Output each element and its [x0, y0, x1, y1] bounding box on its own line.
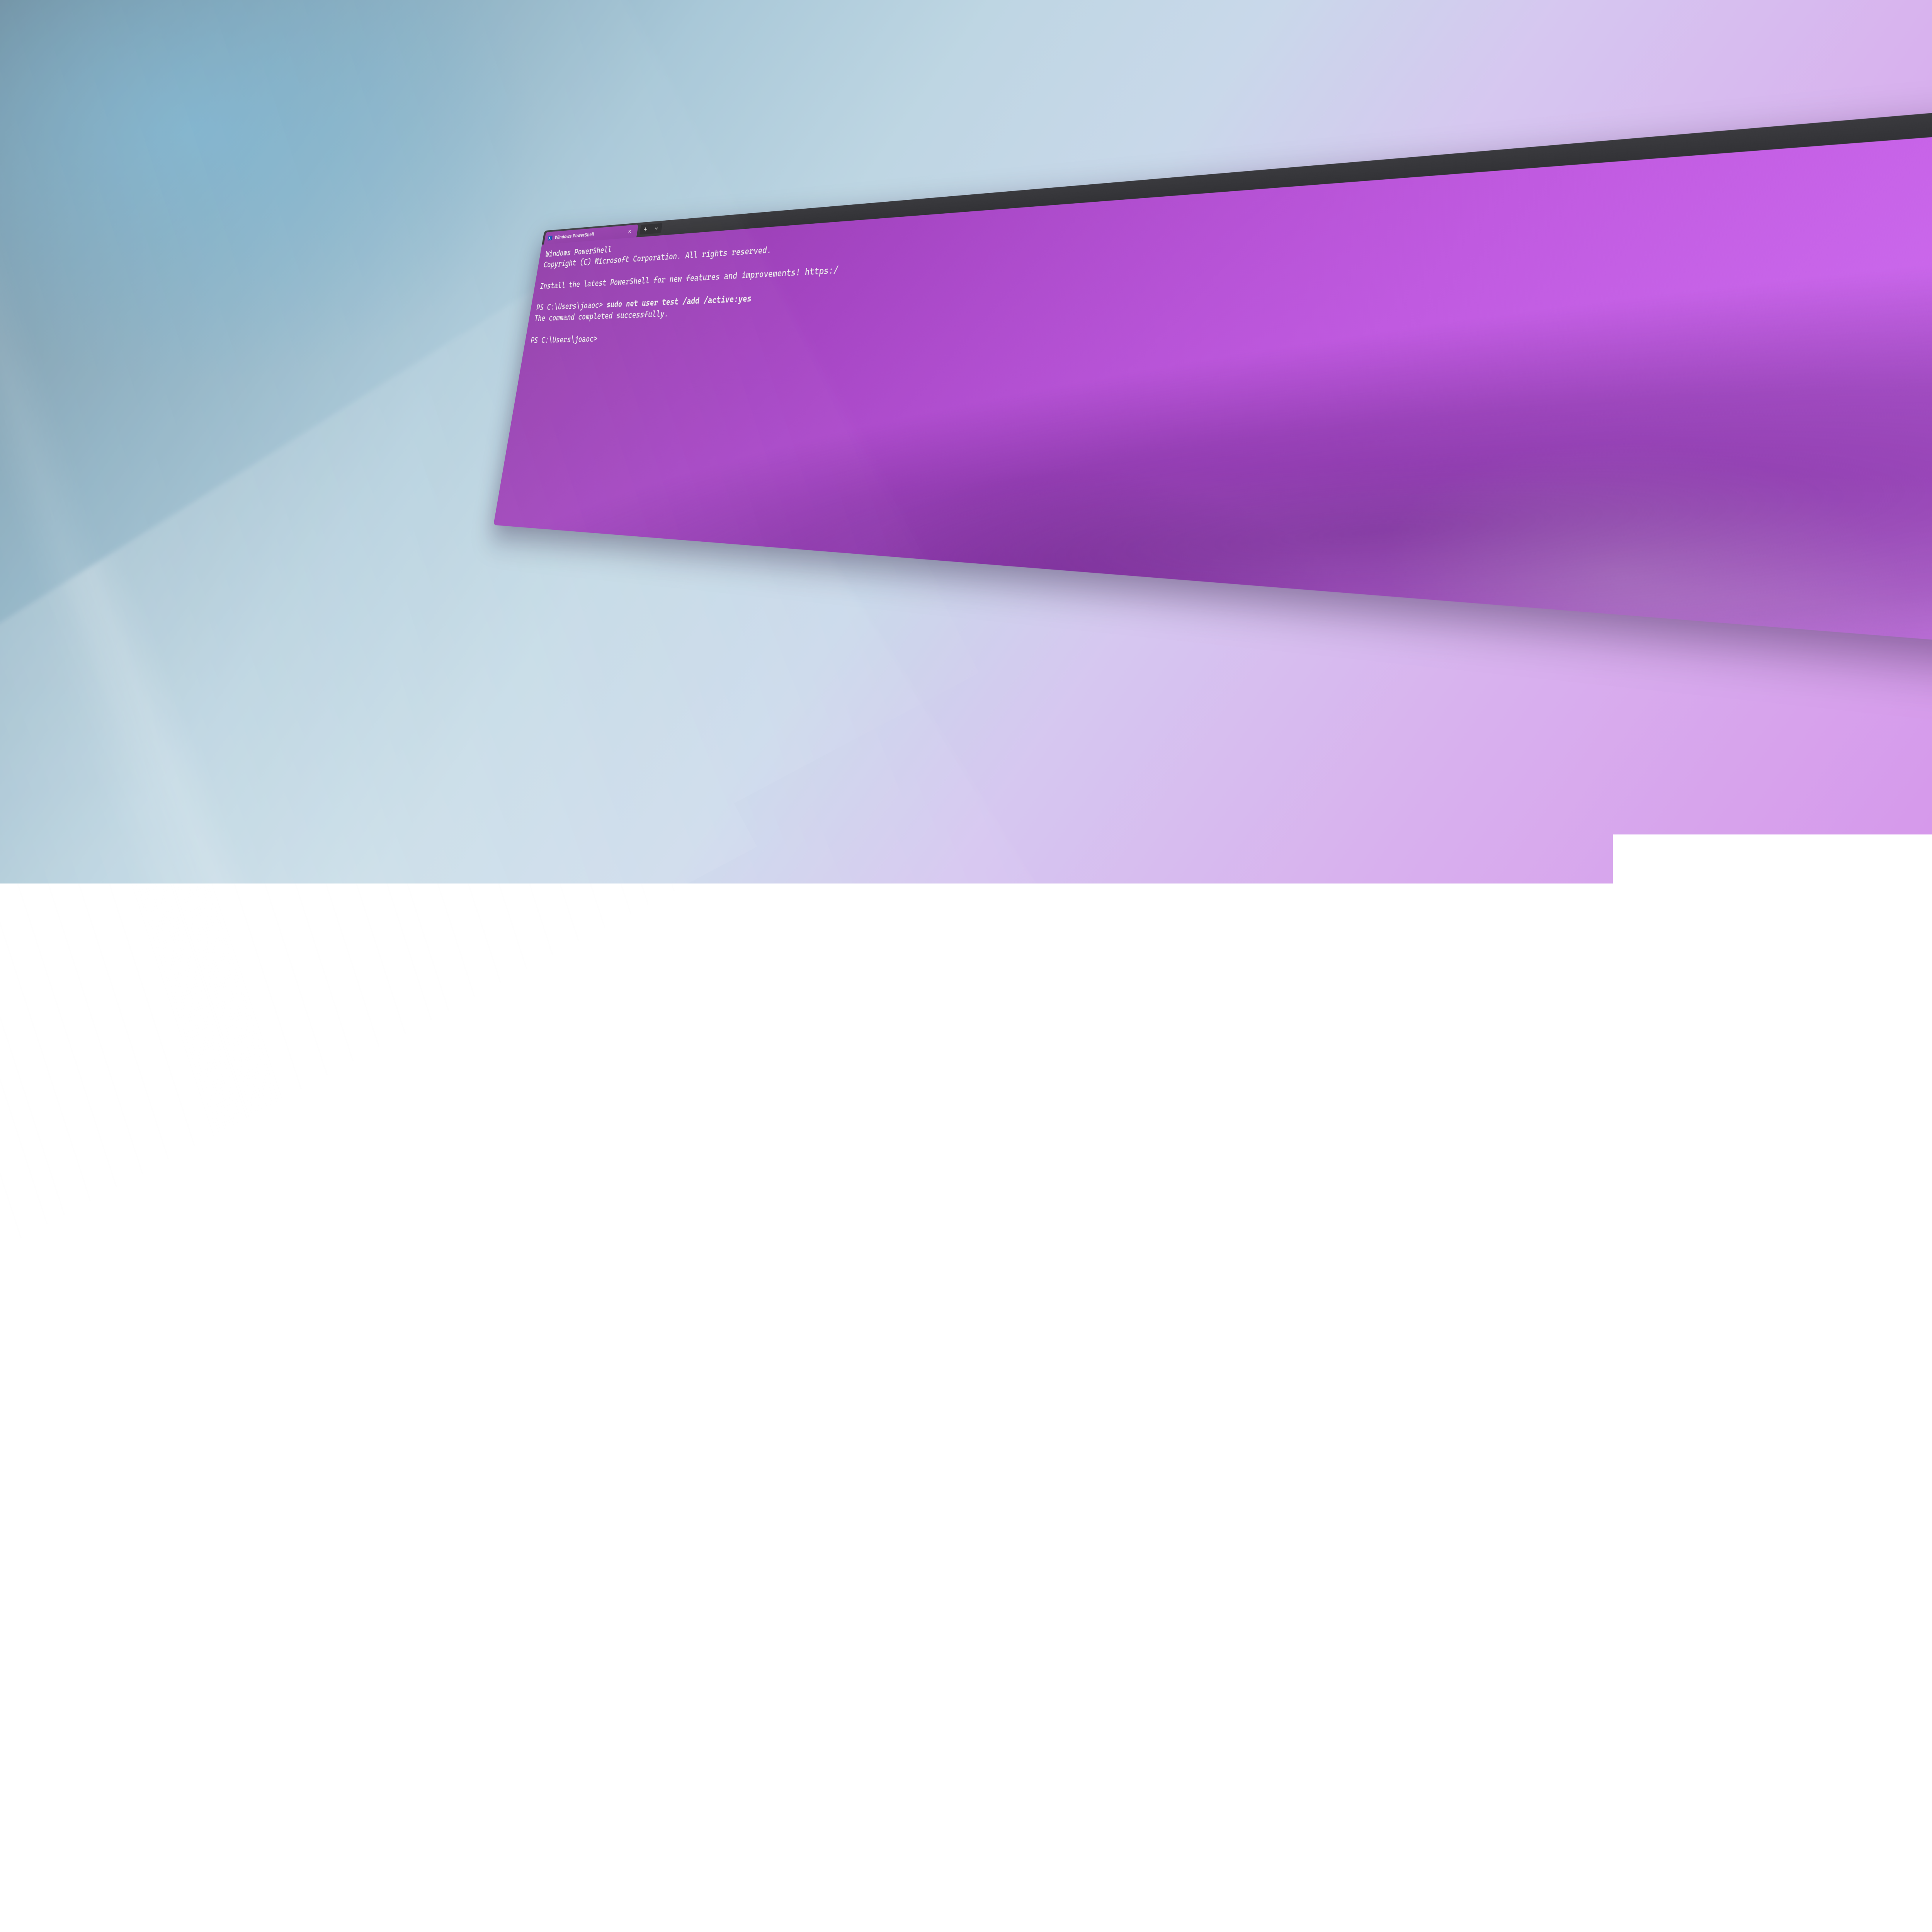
powershell-icon — [548, 235, 553, 241]
close-icon — [628, 229, 632, 234]
terminal-body[interactable]: Windows PowerShell Copyright (C) Microso… — [493, 0, 1932, 870]
prompt-prefix: PS C:\Users\joaoc> — [536, 299, 607, 313]
tab-dropdown-button[interactable] — [650, 223, 662, 234]
terminal-window: Windows PowerShell — [493, 0, 1932, 870]
tab-close-button[interactable] — [625, 227, 634, 236]
new-tab-button[interactable] — [639, 224, 651, 235]
chevron-down-icon — [654, 226, 659, 231]
command-text: sudo net user test /add /active:yes — [606, 293, 752, 310]
watermark-text: XDA — [1900, 1286, 1925, 1299]
watermark: XDA — [1886, 1286, 1925, 1299]
tab-powershell[interactable]: Windows PowerShell — [544, 224, 639, 245]
watermark-icon — [1886, 1287, 1897, 1298]
desktop-background: Windows PowerShell — [0, 0, 1932, 1304]
titlebar-button-group — [639, 223, 662, 235]
plus-icon — [643, 227, 648, 232]
tab-label: Windows PowerShell — [554, 231, 595, 240]
